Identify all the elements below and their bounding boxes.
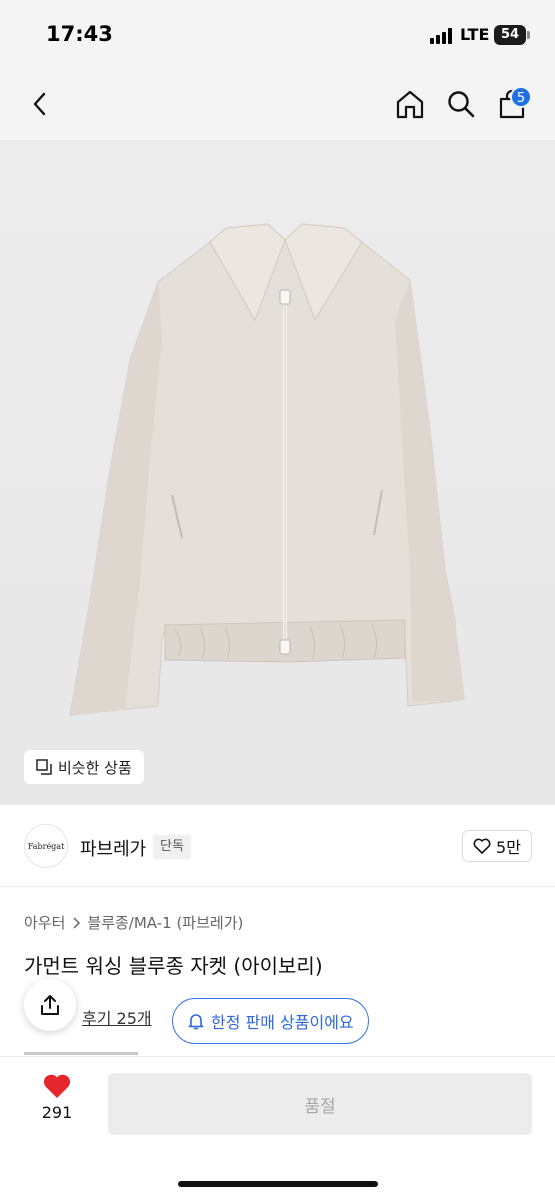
favorite-button[interactable]: 291	[30, 1073, 84, 1122]
bottom-bar: 291 품절	[0, 1056, 555, 1200]
heart-filled-icon	[43, 1074, 71, 1098]
share-icon	[41, 995, 59, 1015]
chevron-right-icon	[73, 916, 81, 929]
brand-row: Fabrégat 파브레가 단독 5만	[0, 805, 555, 887]
brand-like-button[interactable]: 5만	[462, 830, 532, 862]
brand-logo-text: Fabrégat	[27, 841, 65, 851]
home-button[interactable]	[390, 84, 430, 124]
bell-icon	[188, 1014, 204, 1030]
favorite-count: 291	[41, 1103, 73, 1122]
network-label: LTE	[460, 25, 490, 44]
status-time: 17:43	[46, 22, 113, 46]
battery-cap	[527, 31, 530, 39]
breadcrumb-item-category[interactable]: 블루종/MA-1 (파브레가)	[87, 912, 243, 933]
brand-logo[interactable]: Fabrégat	[24, 824, 68, 868]
similar-products-button[interactable]: 비슷한 상품	[24, 750, 144, 784]
heart-outline-icon	[473, 838, 491, 854]
status-bar: 17:43 LTE 54	[0, 0, 555, 70]
home-icon	[396, 90, 424, 119]
brand-name[interactable]: 파브레가	[80, 835, 146, 861]
jacket-image	[69, 223, 465, 716]
brand-like-count: 5만	[496, 838, 521, 857]
breadcrumb-item-outer[interactable]: 아우터	[24, 912, 65, 933]
battery-icon: 54	[494, 25, 526, 45]
nav-bar: 5	[0, 70, 555, 140]
back-button[interactable]	[20, 84, 60, 124]
product-image[interactable]: 비슷한 상품	[0, 140, 555, 805]
copy-icon	[36, 759, 52, 775]
review-link[interactable]: 후기 25개	[82, 1005, 152, 1029]
signal-icon	[430, 28, 456, 44]
search-icon	[448, 91, 475, 118]
exclusive-tag: 단독	[153, 835, 191, 859]
search-button[interactable]	[441, 84, 481, 124]
cart-count-badge: 5	[510, 86, 532, 108]
sold-out-button[interactable]: 품절	[108, 1073, 532, 1135]
limited-sale-badge[interactable]: 한정 판매 상품이에요	[172, 998, 369, 1044]
limited-sale-label: 한정 판매 상품이에요	[211, 1013, 354, 1032]
similar-products-label: 비슷한 상품	[58, 758, 132, 777]
product-title: 가먼트 워싱 블루종 자켓 (아이보리)	[24, 954, 323, 978]
share-button[interactable]	[24, 979, 76, 1031]
home-indicator	[178, 1181, 378, 1187]
chevron-left-icon	[33, 92, 46, 116]
section-divider	[24, 1052, 138, 1055]
breadcrumb: 아우터 블루종/MA-1 (파브레가)	[24, 912, 243, 933]
